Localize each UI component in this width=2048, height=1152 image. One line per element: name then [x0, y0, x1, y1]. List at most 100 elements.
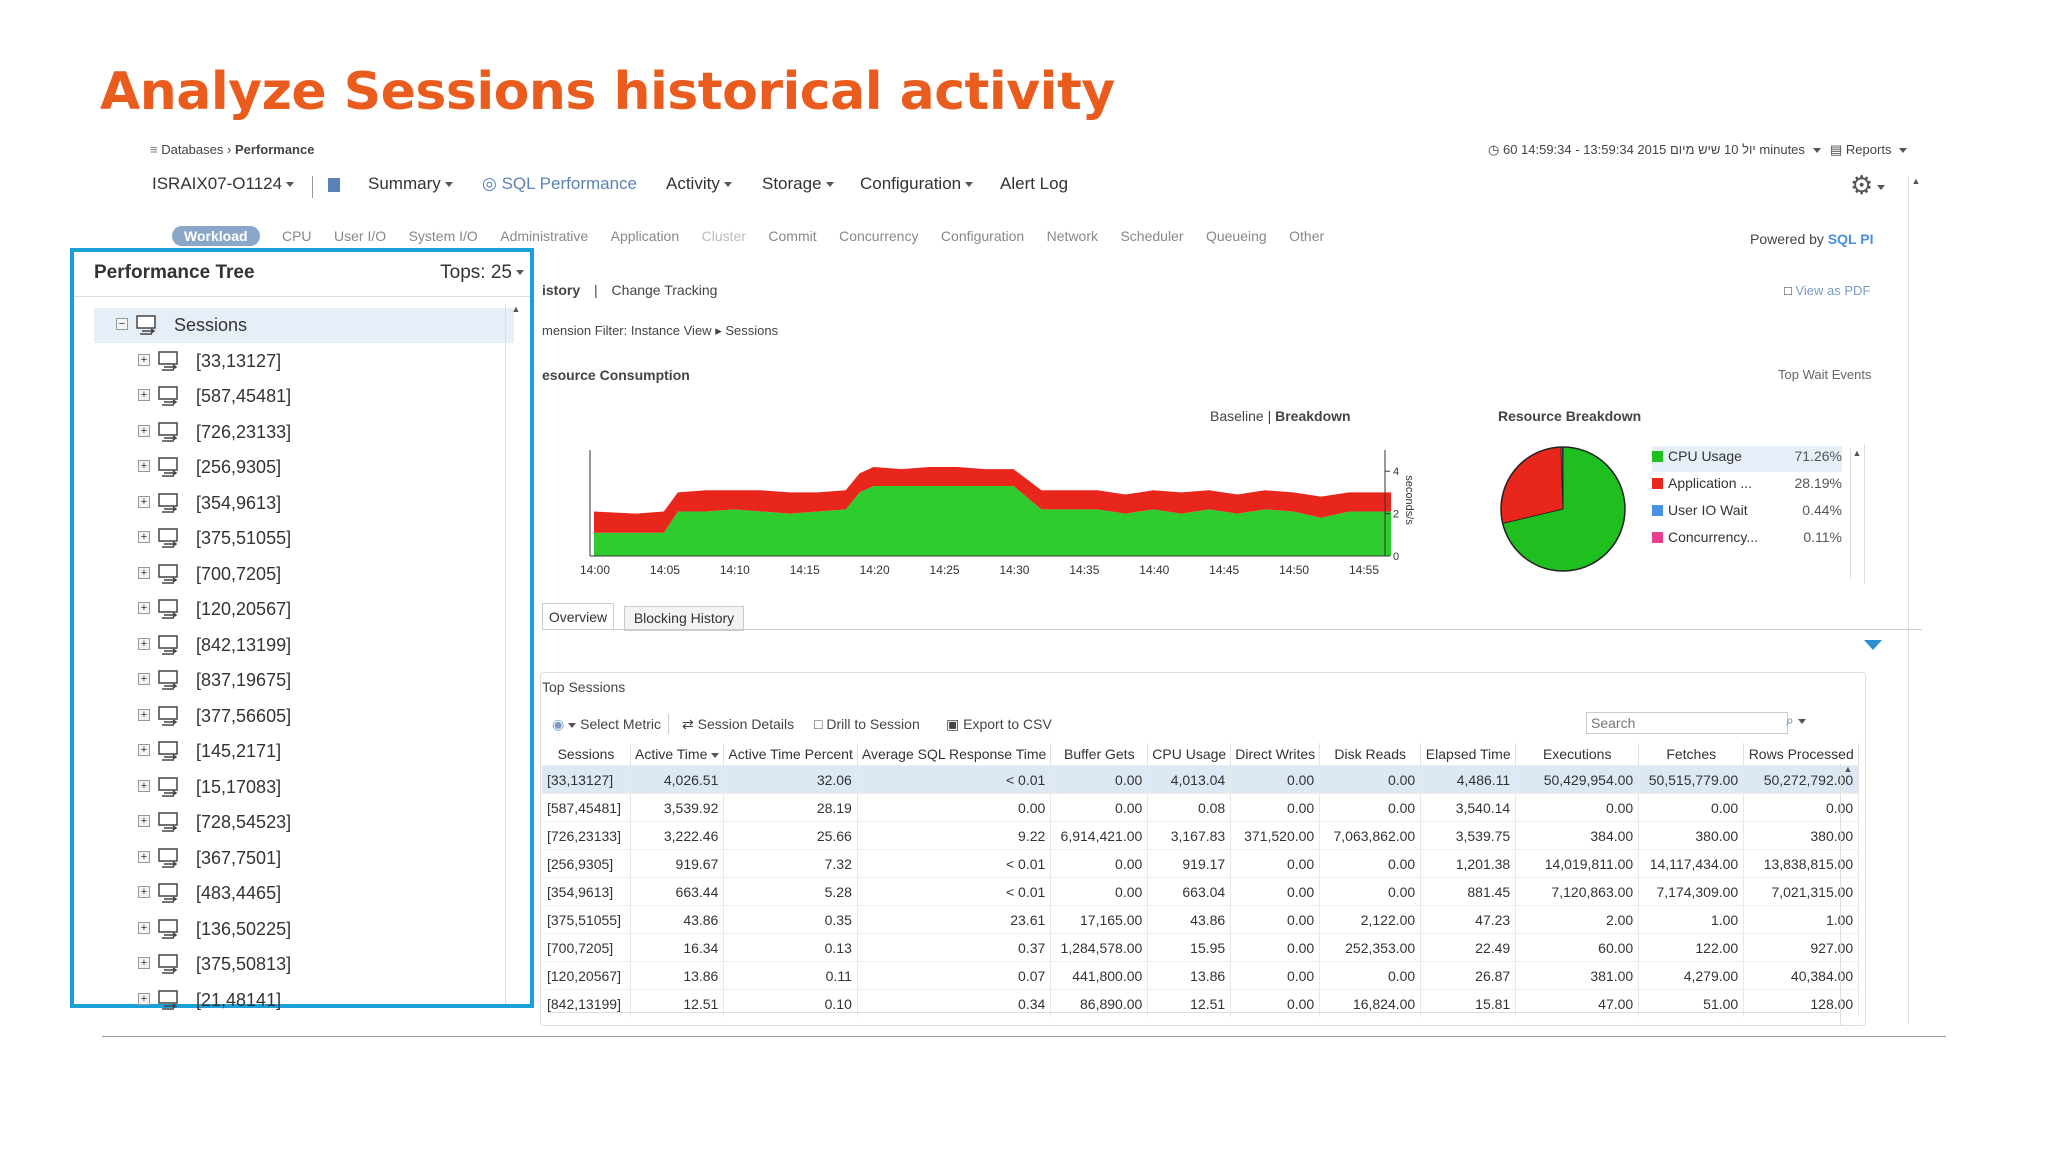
- column-header-direct-writes[interactable]: Direct Writes: [1230, 743, 1321, 766]
- column-header-cpu-usage[interactable]: CPU Usage: [1147, 743, 1232, 766]
- expand-icon[interactable]: +: [138, 921, 150, 934]
- legend-scrollbar[interactable]: ▲: [1850, 448, 1863, 578]
- expand-icon[interactable]: +: [138, 708, 150, 721]
- tree-item[interactable]: + [842,13199]: [94, 628, 514, 663]
- table-row[interactable]: [256,9305] 919.67 7.32 < 0.01 0.00 919.17 0.00…: [542, 849, 1860, 878]
- collapse-icon[interactable]: [1864, 640, 1882, 650]
- tree-scrollbar[interactable]: ▲: [505, 304, 526, 1004]
- table-row[interactable]: [726,23133] 3,222.46 25.66 9.22 6,914,421.00…: [542, 821, 1860, 850]
- expand-icon[interactable]: +: [138, 353, 150, 366]
- subtab-application[interactable]: Application: [611, 228, 680, 244]
- column-header-executions[interactable]: Executions: [1515, 743, 1640, 766]
- subtab-commit[interactable]: Commit: [768, 228, 816, 244]
- expand-icon[interactable]: +: [138, 850, 150, 863]
- legend-item-concurrency[interactable]: Concurrency... 0.11%: [1652, 527, 1842, 553]
- scroll-up-icon[interactable]: ▲: [506, 304, 526, 314]
- select-metric-button[interactable]: ◉ Select Metric: [552, 716, 661, 733]
- tree-item[interactable]: + [700,7205]: [94, 557, 514, 592]
- tree-item[interactable]: + [728,54523]: [94, 805, 514, 840]
- view-as-pdf-link[interactable]: □ View as PDF: [1784, 283, 1870, 298]
- search-input[interactable]: [1586, 712, 1788, 734]
- column-header-buffer-gets[interactable]: Buffer Gets: [1050, 743, 1149, 766]
- instance-selector[interactable]: ISRAIX07-O1124: [152, 174, 295, 194]
- nav-configuration[interactable]: Configuration: [860, 174, 974, 194]
- table-row[interactable]: [354,9613] 663.44 5.28 < 0.01 0.00 663.04 0.00…: [542, 877, 1860, 906]
- search-icon[interactable]: ⌕: [1786, 712, 1806, 729]
- breadcrumb-root[interactable]: Databases: [161, 142, 223, 157]
- tree-item[interactable]: + [136,50225]: [94, 912, 514, 947]
- nav-alert-log[interactable]: Alert Log: [1000, 174, 1068, 194]
- column-header-sessions[interactable]: Sessions: [542, 743, 631, 766]
- expand-icon[interactable]: +: [138, 424, 150, 437]
- expand-icon[interactable]: +: [138, 460, 150, 472]
- breakdown-toggle[interactable]: Breakdown: [1275, 408, 1350, 424]
- tree-item[interactable]: + [145,2171]: [94, 734, 514, 769]
- tree-item[interactable]: + [375,50813]: [94, 947, 514, 982]
- dimension-filter-item[interactable]: Sessions: [725, 323, 778, 338]
- baseline-toggle[interactable]: Baseline: [1210, 408, 1264, 424]
- expand-icon[interactable]: +: [138, 566, 150, 579]
- subtab-configuration[interactable]: Configuration: [941, 228, 1024, 244]
- subtab-scheduler[interactable]: Scheduler: [1120, 228, 1183, 244]
- expand-icon[interactable]: +: [138, 992, 150, 1005]
- table-row[interactable]: [700,7205] 16.34 0.13 0.37 1,284,578.00 15.95…: [542, 933, 1860, 962]
- subtab-cpu[interactable]: CPU: [282, 228, 312, 244]
- tab-blocking-history[interactable]: Blocking History: [624, 606, 744, 631]
- subtab-network[interactable]: Network: [1047, 228, 1098, 244]
- subtab-workload[interactable]: Workload: [172, 226, 260, 246]
- expand-icon[interactable]: +: [138, 886, 150, 898]
- expand-icon[interactable]: +: [138, 602, 150, 614]
- tree-item[interactable]: + [837,19675]: [94, 663, 514, 698]
- tree-item[interactable]: + [256,9305]: [94, 450, 514, 485]
- window-scrollbar[interactable]: ▲: [1908, 176, 1923, 1024]
- tree-item[interactable]: + [483,4465]: [94, 876, 514, 911]
- legend-item-application[interactable]: Application ... 28.19%: [1652, 473, 1842, 499]
- table-row[interactable]: [375,51055] 43.86 0.35 23.61 17,165.00 43.86 0…: [542, 905, 1860, 934]
- gear-icon[interactable]: ⚙: [1850, 170, 1886, 201]
- nav-sql-performance[interactable]: ◎ SQL Performance: [482, 174, 637, 194]
- subtab-other[interactable]: Other: [1289, 228, 1324, 244]
- top-wait-events-link[interactable]: Top Wait Events: [1778, 367, 1871, 382]
- expand-icon[interactable]: +: [138, 389, 150, 401]
- expand-icon[interactable]: +: [138, 637, 150, 650]
- legend-item-user-io-wait[interactable]: User IO Wait 0.44%: [1652, 500, 1842, 526]
- tree-item[interactable]: + [15,17083]: [94, 770, 514, 805]
- column-header-elapsed-time[interactable]: Elapsed Time: [1420, 743, 1517, 766]
- tree-item[interactable]: + [726,23133]: [94, 415, 514, 450]
- tree-item[interactable]: + [120,20567]: [94, 592, 514, 627]
- export-csv-button[interactable]: ▣ Export to CSV: [946, 716, 1052, 733]
- tree-item[interactable]: + [587,45481]: [94, 379, 514, 414]
- tab-change-tracking[interactable]: Change Tracking: [612, 282, 718, 298]
- tree-item[interactable]: + [21,48141]: [94, 983, 514, 1018]
- tree-item[interactable]: + [367,7501]: [94, 841, 514, 876]
- nav-activity[interactable]: Activity: [666, 174, 732, 194]
- column-header-fetches[interactable]: Fetches: [1638, 743, 1745, 766]
- column-header-disk-reads[interactable]: Disk Reads: [1319, 743, 1422, 766]
- expand-icon[interactable]: +: [138, 495, 150, 508]
- table-scrollbar[interactable]: ▲: [1840, 764, 1855, 1026]
- tree-item[interactable]: + [377,56605]: [94, 699, 514, 734]
- reports-menu[interactable]: ▤ Reports: [1830, 142, 1908, 158]
- expand-icon[interactable]: +: [138, 815, 150, 827]
- column-header-active-time-percent[interactable]: Active Time Percent: [723, 743, 858, 766]
- time-range-selector[interactable]: ◷ 60 14:59:34 - 13:59:34 2015 יול 10 שיש…: [1488, 142, 1821, 158]
- column-header-rows-processed[interactable]: Rows Processed: [1743, 743, 1860, 766]
- legend-item-cpu-usage[interactable]: CPU Usage 71.26%: [1652, 446, 1842, 472]
- subtab-cluster[interactable]: Cluster: [702, 228, 746, 244]
- expand-icon[interactable]: +: [138, 957, 150, 969]
- table-row[interactable]: [33,13127] 4,026.51 32.06 < 0.01 0.00 4,013.0…: [542, 765, 1860, 794]
- expand-icon[interactable]: +: [138, 779, 150, 792]
- tops-selector[interactable]: Tops: 25: [440, 262, 524, 284]
- session-details-button[interactable]: ⇄ Session Details: [682, 716, 794, 733]
- subtab-system-io[interactable]: System I/O: [409, 228, 478, 244]
- database-icon[interactable]: [328, 178, 340, 192]
- column-header-avg-sql-response[interactable]: Average SQL Response Time: [857, 743, 1052, 766]
- tree-item[interactable]: + [33,13127]: [94, 344, 514, 379]
- subtab-user-io[interactable]: User I/O: [334, 228, 386, 244]
- tab-history[interactable]: istory: [542, 282, 580, 298]
- column-header-active-time[interactable]: Active Time: [630, 743, 725, 766]
- subtab-concurrency[interactable]: Concurrency: [839, 228, 918, 244]
- subtab-administrative[interactable]: Administrative: [500, 228, 588, 244]
- nav-summary[interactable]: Summary: [368, 174, 453, 194]
- drill-to-session-button[interactable]: □ Drill to Session: [814, 716, 920, 732]
